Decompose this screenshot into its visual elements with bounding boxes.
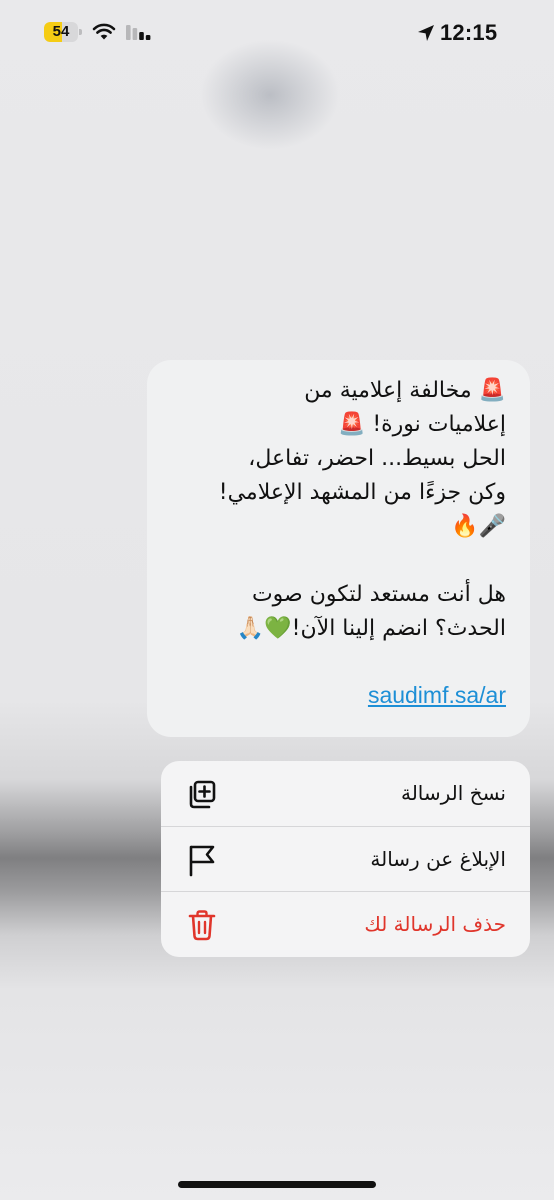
copy-message-label: نسخ الرسالة	[400, 781, 506, 805]
home-indicator[interactable]	[178, 1181, 376, 1188]
status-bar: 54 12:15	[0, 0, 554, 70]
battery-level: 54	[52, 23, 70, 40]
context-menu: نسخ الرسالة الإبلاغ عن رسالة حذف الرسالة…	[161, 761, 530, 957]
message-bubble[interactable]: 🚨 مخالفة إعلامية من إعلاميات نورة! 🚨 الح…	[147, 360, 530, 737]
battery-indicator: 54	[44, 22, 82, 42]
wifi-icon	[92, 23, 116, 40]
message-link[interactable]: saudimf.sa/ar	[368, 682, 506, 709]
location-arrow-icon	[418, 25, 434, 41]
copy-icon	[189, 780, 216, 809]
report-message-label: الإبلاغ عن رسالة	[370, 847, 506, 871]
copy-message-item[interactable]: نسخ الرسالة	[161, 761, 530, 826]
report-message-item[interactable]: الإبلاغ عن رسالة	[161, 826, 530, 892]
trash-icon	[188, 910, 216, 941]
delete-message-label: حذف الرسالة لك	[364, 912, 506, 936]
flag-icon	[189, 845, 215, 877]
delete-message-item[interactable]: حذف الرسالة لك	[161, 891, 530, 957]
cellular-signal-icon	[126, 25, 151, 40]
status-time: 12:15	[440, 20, 498, 45]
message-text: 🚨 مخالفة إعلامية من إعلاميات نورة! 🚨 الح…	[218, 378, 506, 641]
